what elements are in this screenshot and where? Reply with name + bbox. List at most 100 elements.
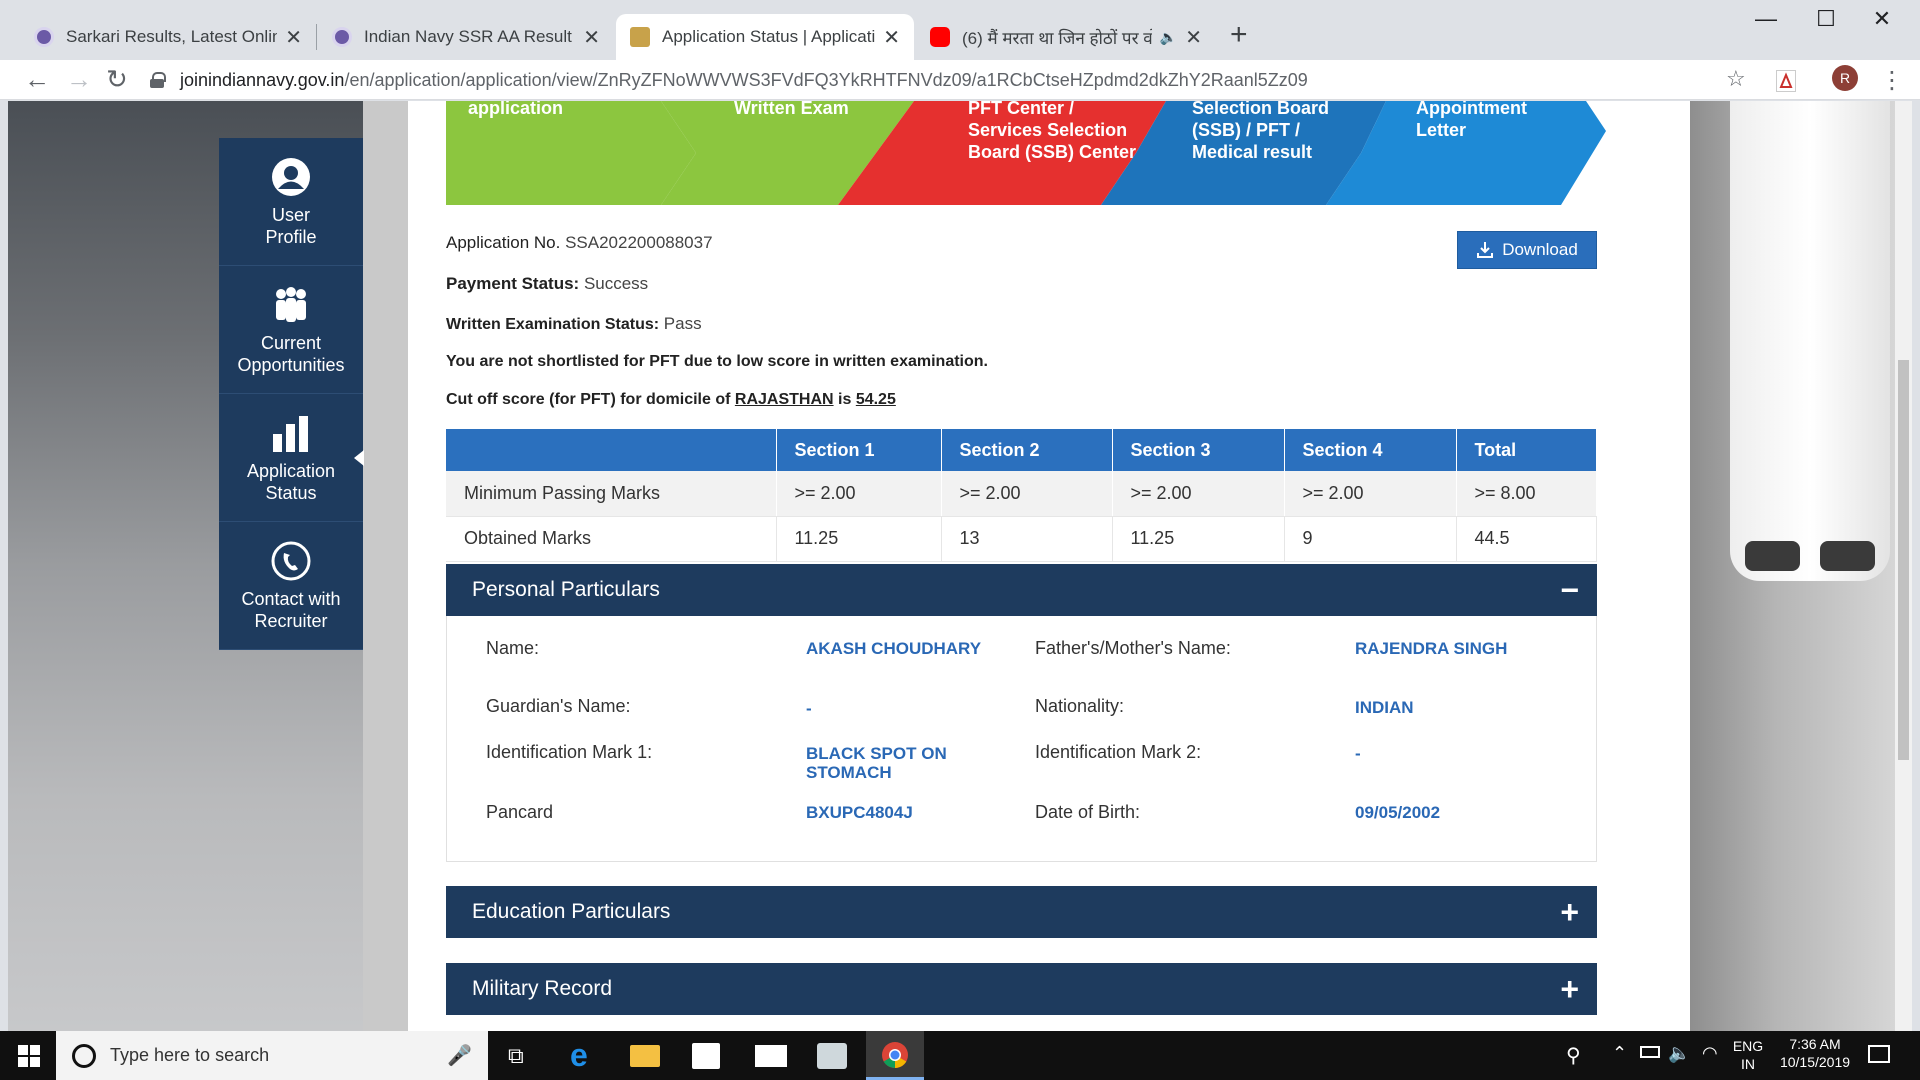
lock-icon	[150, 72, 166, 88]
table-cell: >= 8.00	[1456, 471, 1597, 517]
written-status-value: Pass	[663, 314, 702, 333]
windows-start-icon[interactable]	[18, 1045, 40, 1067]
browser-tab-active[interactable]: Application Status | Application V ✕	[616, 14, 914, 60]
application-number-value: SSA202200088037	[565, 233, 713, 252]
step-label: Written Exam	[734, 101, 849, 118]
sidebar-item-label: User Profile	[265, 204, 317, 247]
personal-particulars-body: Name: AKASH CHOUDHARY Father's/Mother's …	[446, 616, 1597, 862]
maximize-button[interactable]: ☐	[1796, 6, 1856, 32]
microphone-icon[interactable]: 🎤	[447, 1043, 472, 1068]
download-button[interactable]: Download	[1457, 231, 1597, 269]
field-value: AKASH CHOUDHARY	[806, 639, 982, 658]
close-tab-icon[interactable]: ✕	[883, 25, 900, 50]
boot-shape	[1745, 541, 1800, 571]
education-particulars-header[interactable]: Education Particulars +	[446, 886, 1597, 938]
kebab-menu-icon[interactable]: ⋮	[1880, 66, 1904, 95]
url-host: joinindiannavy.gov.in	[180, 69, 345, 90]
column-header: Section 2	[941, 429, 1113, 471]
chrome-taskbar-button[interactable]	[866, 1031, 924, 1080]
youtube-icon	[930, 27, 950, 47]
clock[interactable]: 7:36 AM 10/15/2019	[1770, 1035, 1860, 1071]
accordion-title: Personal Particulars	[472, 578, 660, 601]
application-number-label: Application No.	[446, 233, 561, 252]
edge-browser-icon[interactable]: e	[570, 1037, 588, 1074]
new-tab-button[interactable]: +	[1230, 18, 1248, 52]
close-tab-icon[interactable]: ✕	[285, 25, 302, 50]
windows-taskbar: Type here to search 🎤 ⧉ e ⚲ ⌃ 🔈 ◠ ENG IN…	[0, 1031, 1920, 1080]
table-cell: >= 2.00	[1112, 471, 1285, 517]
expand-plus-icon[interactable]: +	[1560, 894, 1579, 931]
table-row: Obtained Marks 11.25 13 11.25 9 44.5	[446, 516, 1597, 562]
field-value: INDIAN	[1355, 698, 1414, 717]
photos-app-icon[interactable]	[817, 1043, 847, 1069]
task-view-icon[interactable]: ⧉	[508, 1043, 524, 1069]
file-explorer-icon[interactable]	[630, 1045, 660, 1067]
field-value: BLACK SPOT ON STOMACH	[806, 744, 947, 782]
people-icon[interactable]: ⚲	[1566, 1043, 1581, 1068]
field-label: Father's/Mother's Name:	[1035, 638, 1231, 658]
collapse-minus-icon[interactable]: −	[1560, 572, 1579, 609]
cutoff-score: 54.25	[855, 391, 896, 408]
forward-arrow-icon[interactable]: →	[66, 64, 92, 95]
tab-title: Application Status | Application V	[662, 27, 876, 46]
step-label: Appointment Letter	[1416, 101, 1527, 140]
written-status-line: Written Examination Status: Pass	[446, 314, 702, 334]
browser-toolbar: ← → ↻ joinindiannavy.gov.in/en/applicati…	[0, 60, 1920, 100]
sidebar-item-application-status[interactable]: Application Status	[219, 394, 364, 522]
cutoff-line: Cut off score (for PFT) for domicile of …	[446, 391, 896, 409]
profile-avatar[interactable]: R	[1832, 65, 1858, 91]
taskbar-search-box[interactable]: Type here to search 🎤	[56, 1031, 488, 1080]
field-label: Identification Mark 1:	[486, 742, 653, 762]
close-tab-icon[interactable]: ✕	[1185, 25, 1202, 50]
accordion-title: Military Record	[472, 977, 613, 1000]
address-bar[interactable]: joinindiannavy.gov.in/en/application/app…	[150, 62, 1770, 98]
minimize-button[interactable]: —	[1736, 6, 1796, 32]
personal-particulars-header[interactable]: Personal Particulars −	[446, 564, 1597, 616]
table-cell: 11.25	[1112, 516, 1285, 562]
field-value: BXUPC4804J	[806, 803, 913, 822]
action-center-icon[interactable]	[1868, 1045, 1890, 1063]
payment-status-value: Success	[583, 274, 649, 293]
sidebar-item-user-profile[interactable]: User Profile	[219, 138, 363, 266]
mail-icon[interactable]	[755, 1045, 787, 1067]
sidebar-nav: User Profile Current Opportunities Appli…	[219, 138, 364, 650]
show-hidden-icons-chevron-icon[interactable]: ⌃	[1612, 1043, 1627, 1064]
clock-date: 10/15/2019	[1779, 1054, 1851, 1070]
reload-icon[interactable]: ↻	[106, 64, 128, 95]
sidebar-item-contact-recruiter[interactable]: Contact with Recruiter	[219, 522, 363, 650]
military-record-header[interactable]: Military Record +	[446, 963, 1597, 1015]
expand-plus-icon[interactable]: +	[1560, 971, 1579, 1008]
language-indicator[interactable]: ENG IN	[1726, 1037, 1770, 1073]
background-image-right	[1690, 101, 1903, 1031]
table-cell: >= 2.00	[1284, 471, 1457, 517]
sidebar-item-current-opportunities[interactable]: Current Opportunities	[219, 266, 363, 394]
store-icon[interactable]	[692, 1043, 720, 1069]
pdf-extension-icon[interactable]	[1776, 70, 1796, 92]
phone-icon	[271, 541, 311, 580]
close-window-button[interactable]: ✕	[1852, 6, 1912, 32]
sidebar-item-label: Contact with Recruiter	[241, 588, 341, 631]
audio-playing-icon[interactable]: 🔈	[1160, 29, 1177, 46]
tab-title: Indian Navy SSR AA Result 2019	[364, 27, 575, 46]
field-label: Identification Mark 2:	[1035, 742, 1202, 762]
battery-icon[interactable]	[1640, 1046, 1660, 1058]
wifi-icon[interactable]: ◠	[1702, 1043, 1718, 1064]
column-header: Section 1	[776, 429, 942, 471]
browser-tab[interactable]: Sarkari Results, Latest Online For ✕	[20, 14, 317, 60]
back-arrow-icon[interactable]: ←	[24, 64, 50, 95]
browser-tab[interactable]: (6) मैं मरता था जिन होठों पर वो f 🔈 ✕	[916, 14, 1216, 60]
table-cell: 9	[1284, 516, 1457, 562]
scrollbar-thumb[interactable]	[1898, 360, 1909, 760]
cutoff-is: is	[838, 391, 852, 408]
close-tab-icon[interactable]: ✕	[583, 25, 600, 50]
payment-status-label: Payment Status:	[446, 274, 580, 293]
bar-chart-icon	[273, 415, 308, 452]
language-code: ENG	[1732, 1038, 1764, 1054]
region-code: IN	[1741, 1056, 1755, 1072]
field-value: RAJENDRA SINGH	[1355, 639, 1508, 658]
site-favicon-icon	[332, 27, 352, 47]
star-bookmark-icon[interactable]: ☆	[1726, 66, 1746, 92]
browser-tab[interactable]: Indian Navy SSR AA Result 2019 ✕	[318, 14, 614, 60]
written-status-label: Written Examination Status:	[446, 316, 660, 333]
volume-icon[interactable]: 🔈	[1668, 1043, 1690, 1064]
